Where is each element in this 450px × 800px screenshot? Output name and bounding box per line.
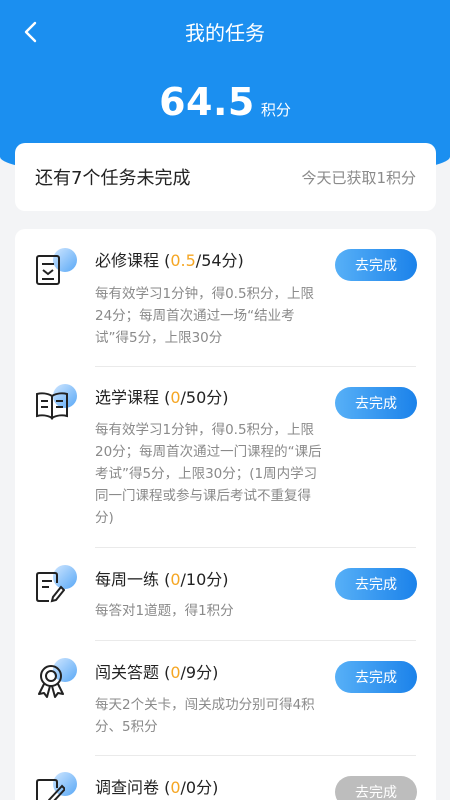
task-name: 选学课程 (0/50分): [95, 388, 229, 407]
document-icon: [35, 248, 77, 290]
survey-icon: [35, 772, 77, 800]
go-complete-button[interactable]: 去完成: [335, 387, 417, 419]
medal-icon: [35, 658, 77, 700]
remaining-tasks-text: 还有7个任务未完成: [35, 168, 191, 189]
task-description: 每答对1道题，得1积分: [95, 603, 234, 619]
points-unit: 积分: [260, 101, 291, 119]
task-name: 闯关答题 (0/9分): [95, 663, 219, 682]
task-name: 调查问卷 (0/0分): [95, 778, 219, 797]
go-complete-button[interactable]: 去完成: [335, 568, 417, 600]
summary-card: 还有7个任务未完成 今天已获取1积分: [15, 143, 436, 211]
today-points-text: 今天已获取1积分: [301, 168, 416, 187]
task-description: 每天2个关卡，闯关成功分别可得4积分、5积分: [95, 697, 315, 735]
points-display: 64.5 积分: [0, 80, 450, 124]
task-name: 每周一练 (0/10分): [95, 570, 229, 589]
edit-note-icon: [35, 565, 77, 607]
task-description: 每有效学习1分钟，得0.5积分，上限20分；每周首次通过一门课程的“课后考试”得…: [95, 422, 322, 526]
go-complete-button-disabled[interactable]: 去完成: [335, 776, 417, 800]
book-icon: [35, 384, 77, 426]
task-description: 每有效学习1分钟，得0.5积分，上限24分；每周首次通过一场“结业考试”得5分，…: [95, 286, 315, 346]
task-name: 必修课程 (0.5/54分): [95, 251, 244, 270]
go-complete-button[interactable]: 去完成: [335, 661, 417, 693]
go-complete-button[interactable]: 去完成: [335, 249, 417, 281]
task-list: 必修课程 (0.5/54分) 每有效学习1分钟，得0.5积分，上限24分；每周首…: [15, 229, 436, 800]
page-title: 我的任务: [185, 21, 265, 45]
points-value: 64.5: [159, 80, 255, 124]
